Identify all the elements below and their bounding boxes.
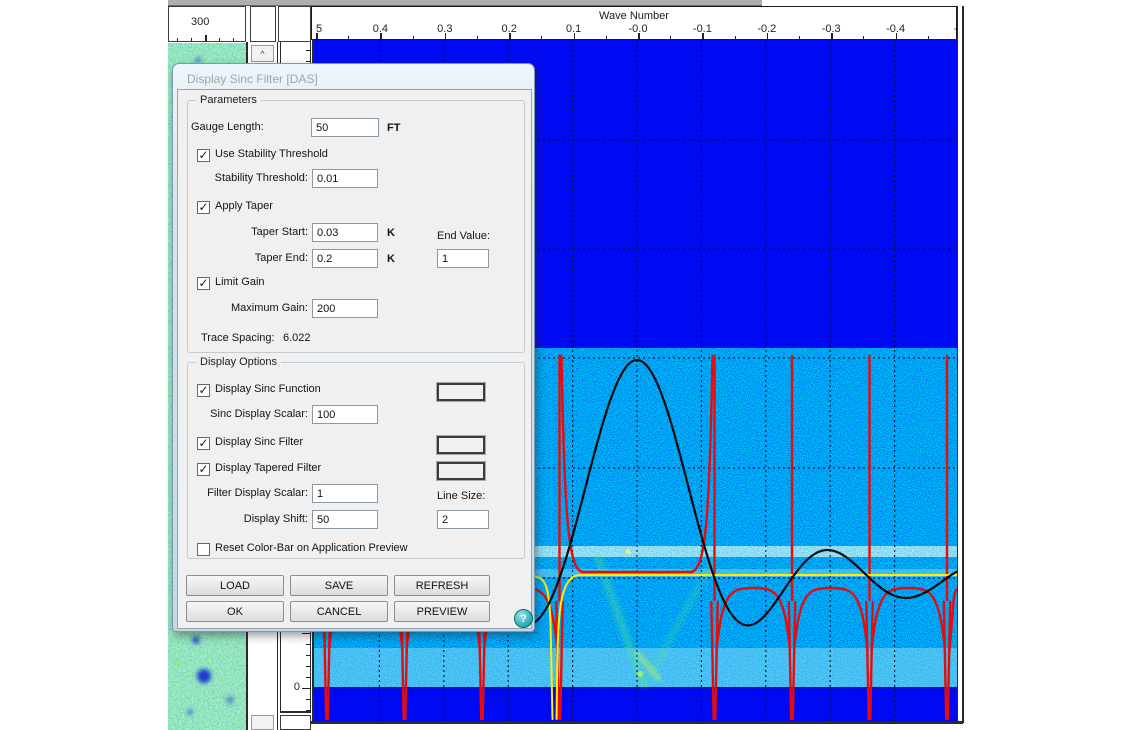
header-spacer-2 bbox=[278, 6, 311, 42]
load-button[interactable]: LOAD bbox=[186, 575, 284, 596]
offset-axis-label: 300 bbox=[191, 16, 209, 28]
plot-border-right-outer bbox=[962, 6, 964, 723]
display-options-group-label: Display Options bbox=[196, 356, 281, 368]
trace-spacing-label: Trace Spacing: bbox=[201, 332, 275, 344]
wavenumber-axis-header: Wave Number 50.40.30.20.1-0.0-0.1-0.2-0.… bbox=[311, 6, 957, 40]
display-tapered-filter-label: Display Tapered Filter bbox=[215, 462, 321, 474]
display-sinc-function-label: Display Sinc Function bbox=[215, 383, 321, 395]
use-stability-checkbox[interactable]: ✓ bbox=[197, 149, 210, 162]
gauge-length-unit: FT bbox=[387, 122, 400, 134]
reset-colorbar-checkbox[interactable] bbox=[197, 543, 210, 556]
line-size-label: Line Size: bbox=[437, 490, 485, 502]
sinc-display-scalar-label: Sinc Display Scalar: bbox=[191, 408, 308, 420]
trace-spacing-value: 6.022 bbox=[283, 332, 311, 344]
scrollbar-up-button[interactable]: ^ bbox=[251, 45, 274, 62]
cancel-button[interactable]: CANCEL bbox=[290, 601, 388, 622]
preview-button[interactable]: PREVIEW bbox=[394, 601, 490, 622]
tapered-filter-color-swatch[interactable] bbox=[437, 462, 485, 480]
taper-end-unit: K bbox=[387, 253, 395, 265]
sinc-display-scalar-input[interactable] bbox=[312, 405, 378, 424]
wavenumber-axis-ticks: 50.40.30.20.1-0.0-0.1-0.2-0.3-0.4-0 bbox=[312, 7, 956, 39]
stability-threshold-input[interactable] bbox=[312, 169, 378, 188]
filter-display-scalar-label: Filter Display Scalar: bbox=[183, 487, 308, 499]
gauge-length-input[interactable] bbox=[311, 118, 379, 137]
spectral-plot-canvas bbox=[0, 0, 1130, 730]
limit-gain-label: Limit Gain bbox=[215, 276, 265, 288]
taper-start-unit: K bbox=[387, 227, 395, 239]
line-size-input[interactable] bbox=[437, 510, 489, 529]
offset-axis-tick bbox=[205, 35, 207, 41]
display-tapered-filter-checkbox[interactable]: ✓ bbox=[197, 463, 210, 476]
apply-taper-label: Apply Taper bbox=[215, 200, 273, 212]
apply-taper-checkbox[interactable]: ✓ bbox=[197, 201, 210, 214]
display-sinc-filter-checkbox[interactable]: ✓ bbox=[197, 437, 210, 450]
taper-start-label: Taper Start: bbox=[191, 226, 308, 238]
refresh-button[interactable]: REFRESH bbox=[394, 575, 490, 596]
offset-axis-header: 300 bbox=[168, 6, 246, 42]
sinc-function-color-swatch[interactable] bbox=[437, 383, 485, 401]
stability-threshold-label: Stability Threshold: bbox=[191, 172, 308, 184]
question-mark-icon: ? bbox=[520, 613, 527, 625]
use-stability-label: Use Stability Threshold bbox=[215, 148, 328, 160]
end-value-label: End Value: bbox=[437, 230, 490, 242]
taper-end-input[interactable] bbox=[312, 249, 378, 268]
ok-button[interactable]: OK bbox=[186, 601, 284, 622]
display-shift-input[interactable] bbox=[312, 510, 378, 529]
display-sinc-filter-dialog: Display Sinc Filter [DAS] Parameters Gau… bbox=[172, 63, 535, 632]
display-sinc-filter-label: Display Sinc Filter bbox=[215, 436, 303, 448]
parameters-group-label: Parameters bbox=[196, 94, 261, 106]
maximum-gain-input[interactable] bbox=[312, 299, 378, 318]
limit-gain-checkbox[interactable]: ✓ bbox=[197, 277, 210, 290]
display-sinc-function-checkbox[interactable]: ✓ bbox=[197, 384, 210, 397]
header-spacer-1 bbox=[250, 6, 276, 42]
help-button[interactable]: ? bbox=[514, 609, 533, 628]
app-window: 300 ^ 0 Wave Number 50.40.30.20.1-0.0-0.… bbox=[0, 0, 1130, 730]
gauge-length-label: Gauge Length: bbox=[191, 121, 264, 133]
depth-axis-zero-label: 0 bbox=[294, 681, 300, 693]
maximum-gain-label: Maximum Gain: bbox=[191, 302, 308, 314]
end-value-input[interactable] bbox=[437, 249, 489, 268]
depth-panel-bottom-border bbox=[280, 711, 311, 713]
up-arrow-icon: ^ bbox=[260, 49, 264, 59]
reset-colorbar-label: Reset Color-Bar on Application Preview bbox=[215, 542, 408, 554]
plot-border-right-inner bbox=[957, 6, 959, 723]
filter-display-scalar-input[interactable] bbox=[312, 484, 378, 503]
save-button[interactable]: SAVE bbox=[290, 575, 388, 596]
corner-box bbox=[280, 715, 311, 730]
plot-border-bottom bbox=[311, 721, 963, 724]
sinc-filter-color-swatch[interactable] bbox=[437, 436, 485, 454]
taper-end-label: Taper End: bbox=[191, 252, 308, 264]
scrollbar-down-button[interactable] bbox=[251, 715, 274, 730]
display-shift-label: Display Shift: bbox=[191, 513, 308, 525]
taper-start-input[interactable] bbox=[312, 223, 378, 242]
